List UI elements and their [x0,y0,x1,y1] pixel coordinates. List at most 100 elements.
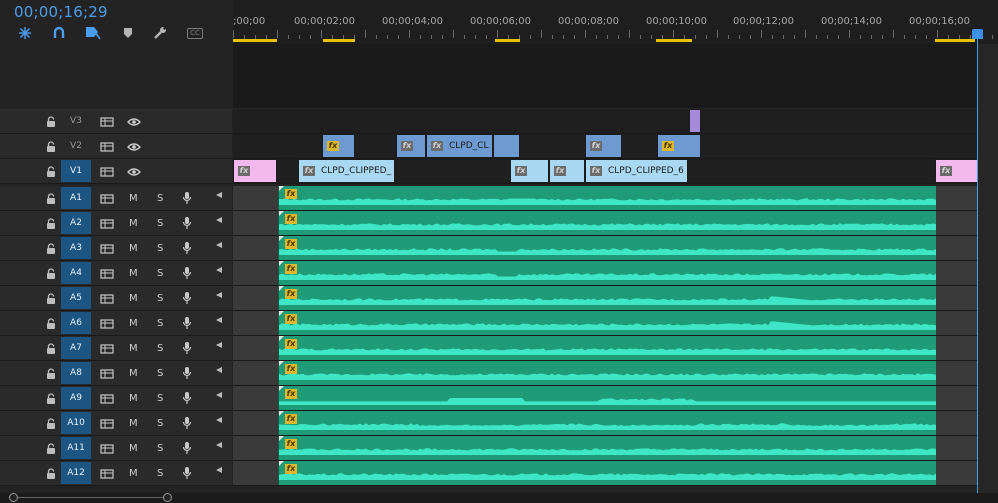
lock-icon[interactable] [44,442,58,456]
solo-button[interactable]: S [157,318,163,329]
lock-icon[interactable] [44,267,58,281]
zoom-scroll-right-handle[interactable] [163,493,172,502]
track-target-v1[interactable]: V1 [61,160,91,182]
eye-icon[interactable] [127,165,141,179]
solo-button[interactable]: S [157,293,163,304]
microphone-icon[interactable] [180,191,194,205]
microphone-icon[interactable] [180,341,194,355]
microphone-icon[interactable] [180,266,194,280]
microphone-icon[interactable] [180,366,194,380]
collapse-triangle-icon[interactable] [212,263,226,277]
video-clip[interactable] [493,134,520,158]
lock-icon[interactable] [44,115,58,129]
track-target-a6[interactable]: A6 [61,312,91,334]
collapse-triangle-icon[interactable] [212,413,226,427]
lock-icon[interactable] [44,367,58,381]
solo-button[interactable]: S [157,468,163,479]
lock-icon[interactable] [44,392,58,406]
lock-icon[interactable] [44,317,58,331]
sync-lock-icon[interactable] [100,442,114,456]
lock-icon[interactable] [44,217,58,231]
sync-lock-icon[interactable] [100,140,114,154]
collapse-triangle-icon[interactable] [212,213,226,227]
microphone-icon[interactable] [180,241,194,255]
mute-button[interactable]: M [129,268,138,279]
eye-icon[interactable] [127,140,141,154]
sync-lock-icon[interactable] [100,367,114,381]
lock-icon[interactable] [44,140,58,154]
collapse-triangle-icon[interactable] [212,238,226,252]
sync-lock-icon[interactable] [100,392,114,406]
sync-lock-icon[interactable] [100,292,114,306]
snap-icon[interactable] [17,26,33,40]
playhead-line[interactable] [977,30,978,496]
audio-clip[interactable]: fx [278,286,936,310]
mute-button[interactable]: M [129,368,138,379]
sync-lock-icon[interactable] [100,417,114,431]
sync-lock-icon[interactable] [100,317,114,331]
video-clip[interactable] [689,109,701,133]
video-lane-v3[interactable] [233,109,998,134]
video-clip[interactable]: fx [935,159,978,183]
collapse-triangle-icon[interactable] [212,338,226,352]
eye-icon[interactable] [127,115,141,129]
microphone-icon[interactable] [180,316,194,330]
microphone-icon[interactable] [180,441,194,455]
collapse-triangle-icon[interactable] [212,438,226,452]
audio-clip[interactable]: fx [278,186,936,210]
lock-icon[interactable] [44,342,58,356]
audio-clip[interactable]: fx [278,386,936,410]
mute-button[interactable]: M [129,293,138,304]
wrench-icon[interactable] [152,26,168,40]
sync-lock-icon[interactable] [100,267,114,281]
track-target-a9[interactable]: A9 [61,387,91,409]
solo-button[interactable]: S [157,368,163,379]
track-target-a10[interactable]: A10 [61,412,91,434]
sync-lock-icon[interactable] [100,242,114,256]
microphone-icon[interactable] [180,391,194,405]
track-target-v3[interactable]: V3 [61,110,91,132]
sync-lock-icon[interactable] [100,467,114,481]
marker-icon[interactable] [120,26,136,40]
zoom-scroll-track[interactable] [14,497,168,498]
solo-button[interactable]: S [157,268,163,279]
track-target-a2[interactable]: A2 [61,212,91,234]
empty-timeline-area[interactable] [233,44,998,108]
mute-button[interactable]: M [129,468,138,479]
track-target-a1[interactable]: A1 [61,187,91,209]
audio-clip[interactable]: fx [278,211,936,235]
mute-button[interactable]: M [129,193,138,204]
zoom-scroll-left-handle[interactable] [9,493,18,502]
collapse-triangle-icon[interactable] [212,288,226,302]
horizontal-zoom-scrollbar[interactable] [0,493,998,503]
collapse-triangle-icon[interactable] [212,188,226,202]
track-target-a8[interactable]: A8 [61,362,91,384]
audio-clip[interactable]: fx [278,411,936,435]
sync-lock-icon[interactable] [100,115,114,129]
sync-lock-icon[interactable] [100,192,114,206]
sync-lock-icon[interactable] [100,342,114,356]
mute-button[interactable]: M [129,418,138,429]
mute-button[interactable]: M [129,443,138,454]
mute-button[interactable]: M [129,343,138,354]
video-clip[interactable]: fx CLPD_CLIPPED_6 [585,159,688,183]
video-clip[interactable]: fx CLPD_CL [426,134,493,158]
lock-icon[interactable] [44,192,58,206]
sync-lock-icon[interactable] [100,217,114,231]
video-clip[interactable]: fx [657,134,701,158]
track-target-a4[interactable]: A4 [61,262,91,284]
time-ruler[interactable]: ;00;00 00;00;02;00 00;00;04;00 00;00;06;00 0… [233,0,998,44]
audio-clip[interactable]: fx [278,236,936,260]
solo-button[interactable]: S [157,393,163,404]
solo-button[interactable]: S [157,193,163,204]
mute-button[interactable]: M [129,318,138,329]
add-marker-icon[interactable] [85,26,101,40]
microphone-icon[interactable] [180,466,194,480]
video-clip[interactable]: fx [549,159,585,183]
video-clip[interactable]: fx [510,159,549,183]
audio-clip[interactable]: fx [278,436,936,460]
solo-button[interactable]: S [157,243,163,254]
solo-button[interactable]: S [157,343,163,354]
collapse-triangle-icon[interactable] [212,463,226,477]
lock-icon[interactable] [44,417,58,431]
